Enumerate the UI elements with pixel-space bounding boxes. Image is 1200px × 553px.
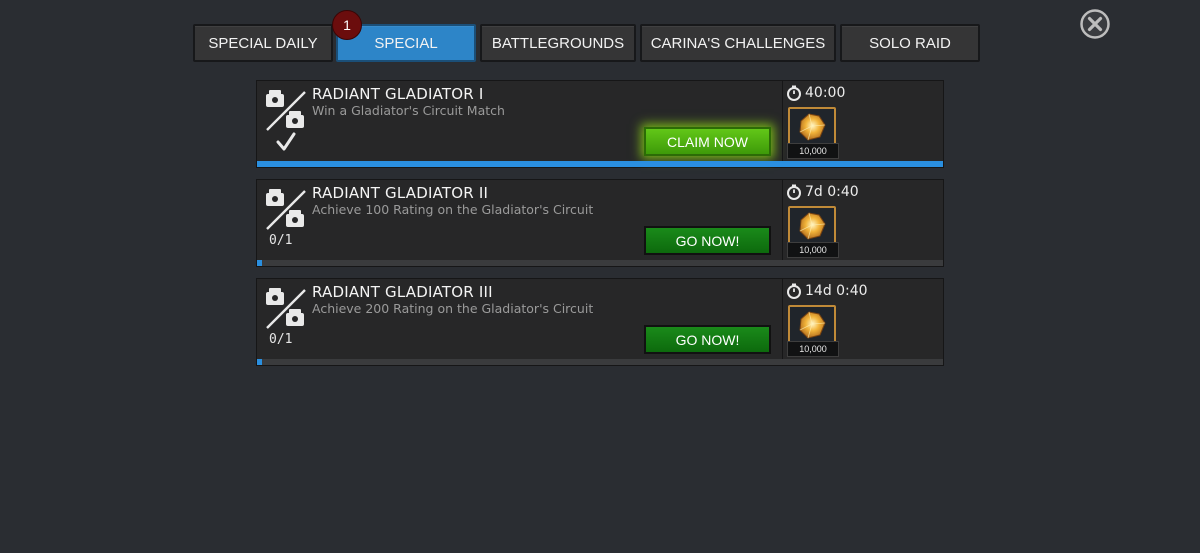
divider — [782, 180, 783, 260]
quest-description: Win a Gladiator's Circuit Match — [312, 103, 505, 118]
reward-frame — [788, 206, 836, 246]
stopwatch-icon — [787, 85, 801, 101]
go-now-button[interactable]: GO NOW! — [644, 226, 771, 255]
quest-progress-count: 0/1 — [269, 233, 293, 248]
go-now-button[interactable]: GO NOW! — [644, 325, 771, 354]
tab-battlegrounds[interactable]: BATTLEGROUNDS — [480, 24, 636, 62]
gladiator-versus-icon — [265, 288, 307, 330]
notification-badge: 1 — [332, 10, 362, 40]
timer-text: 40:00 — [805, 85, 846, 101]
timer-text: 7d 0:40 — [805, 184, 859, 200]
stopwatch-icon — [787, 184, 801, 200]
quest-card: RADIANT GLADIATOR I Win a Gladiator's Ci… — [256, 80, 944, 168]
reward-item[interactable]: 10,000 — [787, 305, 839, 357]
crystal-shard-icon — [799, 212, 826, 240]
tab-label: SPECIAL — [374, 34, 438, 52]
progress-bar — [257, 161, 943, 167]
checkmark-icon — [276, 132, 296, 151]
quest-card: 0/1 RADIANT GLADIATOR II Achieve 100 Rat… — [256, 179, 944, 267]
progress-fill — [257, 359, 262, 365]
reward-frame — [788, 107, 836, 147]
progress-fill — [257, 161, 943, 167]
reward-frame — [788, 305, 836, 345]
progress-bar — [257, 359, 943, 365]
reward-amount: 10,000 — [787, 341, 839, 357]
divider — [782, 81, 783, 161]
quest-progress-count: 0/1 — [269, 332, 293, 347]
tab-label: CARINA'S CHALLENGES — [650, 34, 826, 52]
close-icon — [1080, 9, 1110, 39]
tab-label: SOLO RAID — [869, 34, 951, 52]
progress-fill — [257, 260, 262, 266]
reward-item[interactable]: 10,000 — [787, 107, 839, 159]
gladiator-versus-icon — [265, 189, 307, 231]
quest-description: Achieve 200 Rating on the Gladiator's Ci… — [312, 301, 594, 316]
divider — [782, 279, 783, 359]
tab-carinas-challenges[interactable]: CARINA'S CHALLENGES — [640, 24, 836, 62]
gladiator-versus-icon — [265, 90, 307, 132]
claim-now-button[interactable]: CLAIM NOW — [644, 127, 771, 156]
button-label: GO NOW! — [675, 331, 740, 348]
tab-label: BATTLEGROUNDS — [491, 34, 625, 52]
reward-amount: 10,000 — [787, 143, 839, 159]
tab-solo-raid[interactable]: SOLO RAID — [840, 24, 980, 62]
quest-timer: 7d 0:40 — [786, 184, 859, 200]
quest-title: RADIANT GLADIATOR III — [312, 283, 493, 301]
timer-text: 14d 0:40 — [805, 283, 868, 299]
quest-card: 0/1 RADIANT GLADIATOR III Achieve 200 Ra… — [256, 278, 944, 366]
quests-screen: SPECIAL DAILY SPECIAL BATTLEGROUNDS CARI… — [0, 0, 1200, 553]
reward-item[interactable]: 10,000 — [787, 206, 839, 258]
tab-label: SPECIAL DAILY — [208, 34, 318, 52]
quest-timer: 14d 0:40 — [786, 283, 868, 299]
quest-title: RADIANT GLADIATOR I — [312, 85, 484, 103]
quest-title: RADIANT GLADIATOR II — [312, 184, 489, 202]
stopwatch-icon — [787, 283, 801, 299]
button-label: CLAIM NOW — [667, 133, 748, 150]
quest-timer: 40:00 — [786, 85, 845, 101]
button-label: GO NOW! — [675, 232, 740, 249]
crystal-shard-icon — [799, 113, 826, 141]
reward-amount: 10,000 — [787, 242, 839, 258]
tab-special-daily[interactable]: SPECIAL DAILY — [193, 24, 333, 62]
crystal-shard-icon — [799, 311, 826, 339]
quest-description: Achieve 100 Rating on the Gladiator's Ci… — [312, 202, 594, 217]
close-button[interactable] — [1080, 9, 1110, 39]
progress-bar — [257, 260, 943, 266]
